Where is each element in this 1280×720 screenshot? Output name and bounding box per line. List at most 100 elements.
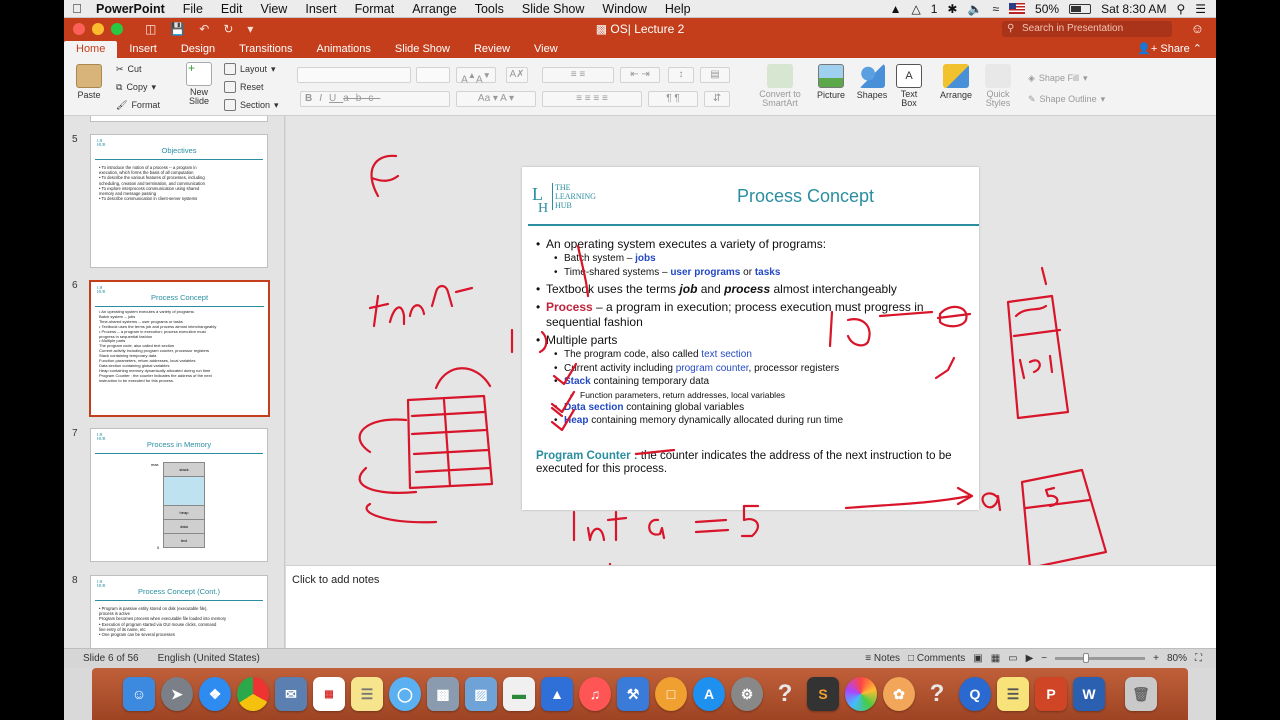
shape-fill-button[interactable]: ◈ Shape Fill ▾ [1028,66,1118,90]
normal-view-icon[interactable]: ▣ [973,653,982,664]
section-button[interactable]: Section ▾ [224,96,286,114]
xcode-icon[interactable]: ⚒ [617,677,649,711]
arrange-button[interactable]: Arrange [938,64,974,100]
menu-window[interactable]: Window [593,2,655,16]
columns-icon[interactable]: ▤ [700,67,730,83]
notification-center-icon[interactable]: ☰ [1195,2,1206,16]
copy-button[interactable]: ⧉ Copy ▾ [116,78,176,96]
mail-icon[interactable]: ✉ [275,677,307,711]
layout-button[interactable]: Layout ▾ [224,60,286,78]
numbers-icon[interactable]: ▬ [503,677,535,711]
text-direction-buttons[interactable]: ¶ ¶ [648,91,698,107]
menu-file[interactable]: File [174,2,212,16]
align-text-icon[interactable]: ⇵ [704,91,730,107]
underline-icon[interactable]: U [329,93,343,104]
align-buttons[interactable]: ≡ ≡ ≡ ≡ [542,91,642,107]
accessibility-icon[interactable]: △ [912,2,921,16]
text-box-button[interactable]: A Text Box [896,64,922,108]
zoom-in-icon[interactable]: + [1153,653,1159,664]
bold-icon[interactable]: B [305,93,319,104]
zoom-window-button[interactable] [111,23,123,35]
word-icon[interactable]: W [1073,677,1105,711]
apple-menu-icon[interactable]:  [64,1,90,16]
minimize-window-button[interactable] [92,23,104,35]
photos-preview-icon[interactable]: ▨ [465,677,497,711]
messages-icon[interactable]: ◯ [389,677,421,711]
sidebar-toggle-icon[interactable]: ◫ [145,22,156,36]
picture-button[interactable]: Picture [816,64,846,100]
tab-view[interactable]: View [522,43,570,58]
keynote-icon[interactable]: ▲ [541,677,573,711]
font-style-buttons[interactable]: BIUabc [300,91,450,107]
zoom-out-icon[interactable]: − [1041,653,1047,664]
menu-insert[interactable]: Insert [296,2,345,16]
indent-buttons[interactable]: ⇤ ⇥ [620,67,660,83]
notes-toggle[interactable]: ≡ Notes [865,653,900,664]
finder-icon[interactable]: ☺ [123,677,155,711]
font-size-field[interactable] [416,67,450,83]
tab-transitions[interactable]: Transitions [227,43,304,58]
spotlight-icon[interactable]: ⚲ [1176,2,1185,16]
unknown-app-icon-2[interactable]: ? [921,677,953,711]
ultimaker-icon[interactable]: ✿ [883,677,915,711]
slide-sorter-icon[interactable]: ▦ [991,653,1000,664]
powerpoint-icon[interactable]: P [1035,677,1067,711]
safari-icon[interactable]: ❖ [199,677,231,711]
input-source-flag-icon[interactable] [1009,3,1026,14]
tab-design[interactable]: Design [169,43,227,58]
font-color-buttons[interactable]: Aa ▾ A ▾ [456,91,536,107]
calendar-icon[interactable]: ▦ [313,677,345,711]
slide-title[interactable]: Process Concept [642,186,969,207]
slideshow-view-icon[interactable]: ▶ [1026,653,1034,664]
fit-to-window-icon[interactable]: ⛶ [1195,653,1202,664]
line-spacing-icon[interactable]: ↕ [668,67,694,83]
menu-help[interactable]: Help [656,2,700,16]
clear-format-icon[interactable]: A✗ [506,67,528,83]
drive-icon[interactable]: ▲ [890,2,902,16]
notes-pane[interactable]: Click to add notes [286,565,1216,648]
quick-styles-button[interactable]: Quick Styles [980,64,1016,108]
strikethrough-icon[interactable]: abc [343,93,380,104]
sublime-text-icon[interactable]: S [807,677,839,711]
tab-animations[interactable]: Animations [305,43,383,58]
paste-button[interactable]: Paste [76,64,102,100]
shape-outline-button[interactable]: ✎ Shape Outline ▾ [1028,90,1118,108]
app-store-icon[interactable]: A [693,677,725,711]
menu-view[interactable]: View [251,2,296,16]
tab-home[interactable]: Home [64,41,118,58]
redo-icon[interactable]: ↻ [223,22,233,36]
reset-button[interactable]: Reset [224,78,286,96]
menu-tools[interactable]: Tools [466,2,513,16]
convert-smartart-button[interactable]: Convert to SmartArt [750,64,810,108]
cut-button[interactable]: ✂ Cut [116,60,176,78]
volume-icon[interactable]: 🔈 [967,2,982,16]
slide-body-text[interactable]: An operating system executes a variety o… [536,237,969,476]
tab-slide-show[interactable]: Slide Show [383,43,462,58]
chrome-icon[interactable] [237,677,269,711]
unknown-app-icon[interactable]: ? [769,677,801,711]
battery-icon[interactable] [1069,3,1092,14]
menu-arrange[interactable]: Arrange [403,2,465,16]
reading-view-icon[interactable]: ▭ [1008,653,1017,664]
font-grow-shrink-button[interactable]: A▲A▼ [456,67,496,85]
current-slide[interactable]: LH THE LEARNING HUB Process Concept An o… [522,167,979,510]
menu-format[interactable]: Format [346,2,404,16]
tab-insert[interactable]: Insert [117,43,169,58]
quicktime-icon[interactable]: Q [959,677,991,711]
search-field[interactable]: ⚲ Search in Presentation [1002,21,1172,37]
launchpad-icon[interactable]: ➤ [161,677,193,711]
italic-icon[interactable]: I [319,93,329,104]
customize-toolbar-icon[interactable]: ▾ [247,22,253,36]
tab-review[interactable]: Review [462,43,522,58]
close-window-button[interactable] [73,23,85,35]
slide-canvas[interactable]: LH THE LEARNING HUB Process Concept An o… [286,116,1216,565]
ibooks-icon[interactable]: □ [655,677,687,711]
preview-icon[interactable]: ▩ [427,677,459,711]
wifi-icon[interactable]: ≈ [992,2,999,16]
photos-icon[interactable] [845,677,877,711]
menu-edit[interactable]: Edit [212,2,252,16]
new-slide-button[interactable]: + New Slide [182,61,216,106]
font-name-field[interactable] [297,67,411,83]
language-indicator[interactable]: English (United States) [158,653,260,664]
save-icon[interactable]: 💾 [170,22,185,36]
